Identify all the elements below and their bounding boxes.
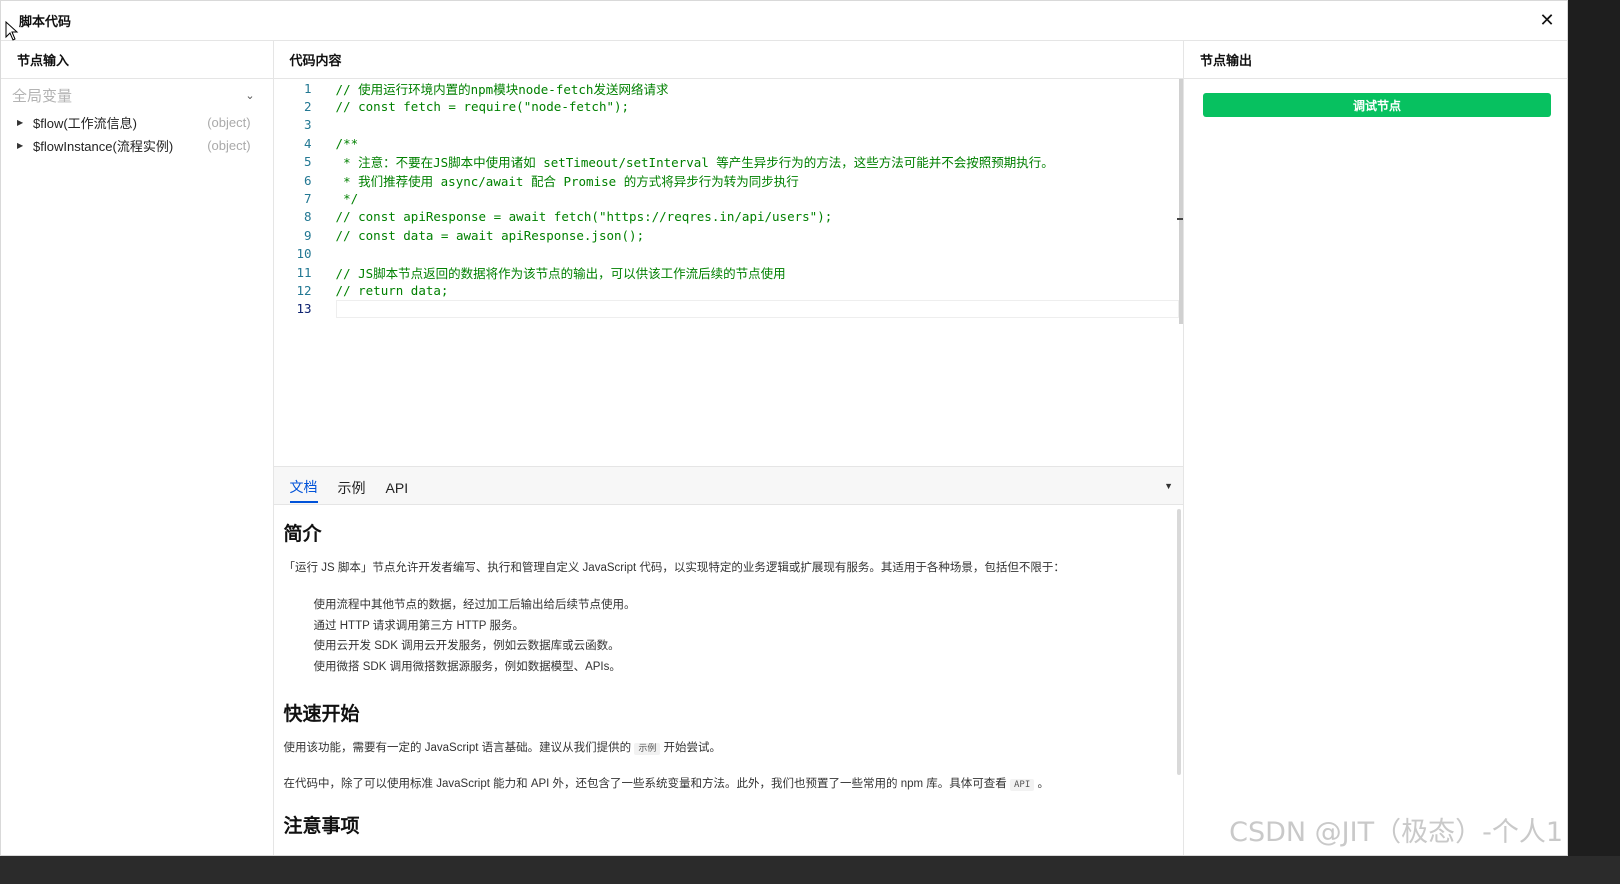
dialog-title: 脚本代码 [19, 14, 72, 29]
line-number: 5 [304, 154, 312, 170]
code-line[interactable]: 5 * 注意：不要在JS脚本中使用诸如 setTimeout/setInterv… [274, 153, 1183, 171]
doc-text: 在代码中，除了可以使用标准 JavaScript 能力和 API 外，还包含了一… [283, 777, 1007, 790]
expand-triangle-icon[interactable]: ▶ [17, 141, 33, 150]
code-line[interactable]: 4/** [274, 134, 1183, 152]
list-item: 使用云开发 SDK 调用云开发服务，例如云数据库或云函数。 [313, 640, 620, 653]
code-line[interactable]: 1// 使用运行环境内置的npm模块node-fetch发送网络请求 [274, 79, 1183, 97]
code-line[interactable]: 9// const data = await apiResponse.json(… [274, 226, 1183, 244]
doc-use-case-list: 使用流程中其他节点的数据，经过加工后输出给后续节点使用。 通过 HTTP 请求调… [284, 595, 1173, 677]
code-text[interactable]: // JS脚本节点返回的数据将作为该节点的输出，可以供该工作流后续的节点使用 [312, 263, 786, 282]
list-item: 通过 HTTP 请求调用第三方 HTTP 服务。 [313, 619, 524, 632]
code-text[interactable]: // const data = await apiResponse.json()… [312, 228, 645, 243]
doc-heading-quick-start: 快速开始 [283, 704, 360, 726]
doc-heading-notes: 注意事项 [283, 815, 360, 837]
variable-row-flow-instance[interactable]: ▶ $flowInstance(流程实例) (object) [1, 134, 273, 157]
doc-tabs: 文档 示例 API ▼ [273, 467, 1183, 505]
line-number: 6 [304, 172, 312, 188]
editor-scrollbar[interactable] [1179, 79, 1183, 324]
line-number: 12 [296, 282, 312, 298]
code-line[interactable]: 2// const fetch = require("node-fetch"); [274, 97, 1183, 115]
editor-scroll-marker [1177, 218, 1183, 220]
dialog-titlebar: 脚本代码 ✕ [1, 1, 1567, 41]
line-number: 13 [296, 301, 312, 317]
node-input-header: 节点输入 [1, 41, 273, 79]
global-variables-group[interactable]: 全局变量 ⌄ [1, 79, 273, 111]
node-output-panel: 节点输出 调试节点 [1184, 41, 1567, 855]
code-line[interactable]: 10 [274, 245, 1183, 263]
close-icon[interactable]: ✕ [1537, 10, 1557, 31]
tab-docs[interactable]: 文档 [289, 469, 318, 503]
doc-intro-text: 「运行 JS 脚本」节点允许开发者编写、执行和管理自定义 JavaScript … [283, 562, 1065, 574]
watermark: CSDN @JIT（极态）-个人1 [1229, 817, 1563, 848]
code-line[interactable]: 7 */ [274, 189, 1183, 207]
code-content-panel: 代码内容 1// 使用运行环境内置的npm模块node-fetch发送网络请求 2… [273, 41, 1184, 855]
list-item: 使用流程中其他节点的数据，经过加工后输出给后续节点使用。 [313, 599, 636, 612]
code-text[interactable]: // const apiResponse = await fetch("http… [312, 209, 833, 224]
doc-text: 。 [1037, 777, 1049, 790]
caret-down-icon[interactable]: ▼ [1164, 481, 1173, 491]
code-line[interactable]: 6 * 我们推荐使用 async/await 配合 Promise 的方式将异步… [274, 171, 1183, 189]
doc-scrollbar[interactable] [1177, 509, 1181, 775]
line-number: 10 [296, 246, 312, 262]
node-input-panel: 节点输入 全局变量 ⌄ ▶ $flow(工作流信息) (object) ▶ $f… [1, 41, 274, 855]
doc-text: 开始尝试。 [663, 742, 722, 755]
line-number: 8 [304, 209, 312, 225]
doc-heading-intro: 简介 [283, 524, 322, 545]
debug-node-button[interactable]: 调试节点 [1203, 93, 1551, 117]
line-number: 3 [304, 117, 312, 133]
variable-row-flow[interactable]: ▶ $flow(工作流信息) (object) [1, 111, 273, 134]
doc-quick-start-p2: 在代码中，除了可以使用标准 JavaScript 能力和 API 外，还包含了一… [284, 776, 1173, 793]
global-variables-label: 全局变量 [12, 87, 73, 105]
script-code-dialog: 脚本代码 ✕ 节点输入 全局变量 ⌄ ▶ $flow(工作流信息) (objec… [0, 0, 1568, 856]
line-number: 9 [304, 227, 312, 243]
tab-api[interactable]: API [386, 472, 409, 500]
mouse-cursor-icon [5, 21, 19, 41]
background-strip-bottom [0, 856, 1620, 884]
api-link[interactable]: API [1010, 778, 1035, 791]
variable-type: (object) [207, 138, 251, 153]
code-text[interactable]: /** [312, 136, 359, 151]
code-line[interactable]: 8// const apiResponse = await fetch("htt… [274, 208, 1183, 226]
line-number: 7 [304, 191, 312, 207]
code-text[interactable]: // return data; [312, 283, 449, 298]
background-strip [1568, 0, 1620, 884]
code-text[interactable]: */ [312, 191, 358, 206]
doc-text: 使用该功能，需要有一定的 JavaScript 语言基础。建议从我们提供的 [283, 742, 632, 755]
variable-type: (object) [207, 115, 251, 130]
examples-link[interactable]: 示例 [634, 743, 661, 756]
chevron-down-icon[interactable]: ⌄ [245, 89, 254, 102]
node-output-header: 节点输出 [1184, 41, 1567, 79]
line-number: 4 [304, 135, 312, 151]
doc-quick-start-p1: 使用该功能，需要有一定的 JavaScript 语言基础。建议从我们提供的 示例… [284, 740, 1173, 757]
tab-examples[interactable]: 示例 [338, 470, 366, 502]
code-line[interactable]: 3 [274, 116, 1183, 134]
line-number: 11 [296, 264, 312, 280]
code-text[interactable]: * 注意：不要在JS脚本中使用诸如 setTimeout/setInterval… [312, 152, 1054, 171]
variable-name: $flow(工作流信息) [33, 116, 138, 131]
line-number: 2 [304, 99, 312, 115]
doc-content: 简介 「运行 JS 脚本」节点允许开发者编写、执行和管理自定义 JavaScri… [274, 505, 1183, 855]
code-text[interactable]: // 使用运行环境内置的npm模块node-fetch发送网络请求 [312, 79, 669, 98]
code-content-header: 代码内容 [273, 41, 1183, 79]
list-item: 使用微搭 SDK 调用微搭数据源服务，例如数据模型、APIs。 [313, 660, 621, 673]
code-line[interactable]: 11// JS脚本节点返回的数据将作为该节点的输出，可以供该工作流后续的节点使用 [274, 263, 1183, 281]
code-line[interactable]: 12// return data; [274, 281, 1183, 299]
expand-triangle-icon[interactable]: ▶ [17, 118, 33, 127]
code-text[interactable]: // const fetch = require("node-fetch"); [312, 99, 630, 114]
variable-name: $flowInstance(流程实例) [33, 139, 174, 154]
line-number: 1 [304, 80, 312, 96]
code-lines[interactable]: 1// 使用运行环境内置的npm模块node-fetch发送网络请求 2// co… [274, 79, 1183, 318]
code-line[interactable]: 13 [274, 300, 1183, 318]
code-editor[interactable]: 1// 使用运行环境内置的npm模块node-fetch发送网络请求 2// co… [273, 79, 1183, 467]
code-text[interactable]: * 我们推荐使用 async/await 配合 Promise 的方式将异步行为… [312, 171, 799, 190]
